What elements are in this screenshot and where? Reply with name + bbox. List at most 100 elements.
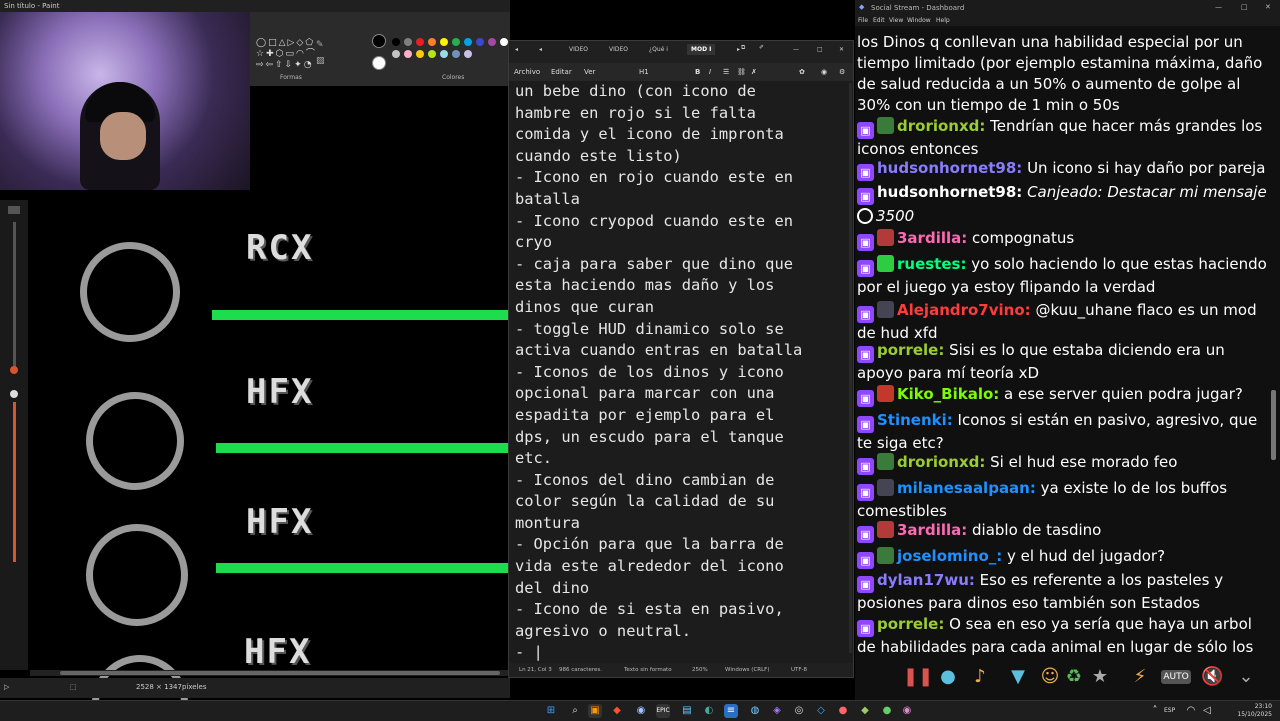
recycle-icon[interactable]: ♻	[1063, 666, 1085, 688]
wifi-icon[interactable]: ◠	[1184, 704, 1198, 718]
color-swatch[interactable]	[404, 38, 412, 46]
color1-selector[interactable]	[372, 34, 386, 48]
chat-username[interactable]: Alejandro7vino:	[897, 301, 1031, 319]
account-icon[interactable]: ◉	[821, 68, 827, 76]
color-swatch[interactable]	[440, 38, 448, 46]
app-icon-2[interactable]: ◈	[770, 704, 784, 718]
color-swatch[interactable]	[416, 38, 424, 46]
color-swatch[interactable]	[428, 50, 436, 58]
tab-mod-active[interactable]: MOD I	[687, 44, 716, 55]
star-icon[interactable]: ★	[1089, 666, 1111, 688]
chat-username[interactable]: hudsonhornet98:	[877, 183, 1022, 201]
shapes-gallery[interactable]: ◯□△▷◇⬠ ☆✚⬡▭◠⌒ ⇨⇦⇧⇩✦◔	[256, 38, 315, 71]
menu-file[interactable]: File	[858, 17, 868, 24]
search-icon[interactable]: ⌕	[568, 704, 582, 718]
menu-edit[interactable]: Edit	[873, 17, 885, 24]
chat-username[interactable]: joselomino_:	[897, 547, 1002, 565]
pan-icon[interactable]	[8, 206, 20, 214]
color-swatch[interactable]	[476, 38, 484, 46]
clear-format-icon[interactable]: ✗	[751, 68, 757, 76]
color-swatch[interactable]	[464, 50, 472, 58]
chat-username[interactable]: Stinenki:	[877, 411, 953, 429]
auto-button[interactable]: AUTO	[1161, 670, 1191, 684]
chat-username[interactable]: drorionxd:	[897, 453, 985, 471]
filter-icon[interactable]: ▼	[1007, 666, 1029, 688]
app-icon-7[interactable]: ●	[880, 704, 894, 718]
app-icon-5[interactable]: ●	[836, 704, 850, 718]
chat-bubble-icon[interactable]: ●	[937, 666, 959, 688]
tab-video-1[interactable]: VIDEO	[569, 46, 588, 53]
chat-username[interactable]: drorionxd:	[897, 117, 985, 135]
color-swatch[interactable]	[416, 50, 424, 58]
broom-icon[interactable]: ⚡	[1129, 666, 1151, 688]
window-icon[interactable]: ⧉	[741, 44, 745, 52]
italic-icon[interactable]: I	[709, 68, 711, 76]
close-icon[interactable]: ✕	[839, 46, 844, 53]
notepad-app-icon[interactable]: ≡	[724, 704, 738, 718]
vertical-slider-1[interactable]	[13, 222, 16, 372]
nav-back-icon[interactable]: ◂	[515, 46, 518, 53]
copilot-icon[interactable]: ✿	[799, 68, 805, 76]
zoom-level[interactable]: 250%	[692, 667, 708, 673]
chat-username[interactable]: porrele:	[877, 615, 944, 633]
language-indicator[interactable]: ESP	[1164, 707, 1175, 714]
chat-username[interactable]: 3ardilla:	[897, 229, 967, 247]
folder-icon[interactable]: ▤	[680, 704, 694, 718]
paint-scroll-thumb[interactable]	[60, 671, 500, 675]
lock-icon[interactable]	[10, 390, 18, 398]
tab-que[interactable]: ¿Qué i	[649, 46, 668, 53]
color-swatch[interactable]	[404, 50, 412, 58]
menu-view[interactable]: View	[889, 17, 903, 24]
bold-icon[interactable]: B	[695, 68, 700, 76]
new-tab-icon[interactable]: ▸	[737, 46, 740, 53]
menu-archivo[interactable]: Archivo	[514, 68, 540, 76]
chat-username[interactable]: 3ardilla:	[897, 521, 967, 539]
chat-scrollbar[interactable]	[1271, 390, 1276, 460]
tab-video-2[interactable]: VIDEO	[609, 46, 628, 53]
menu-editar[interactable]: Editar	[551, 68, 572, 76]
stream-close-icon[interactable]: ✕	[1265, 3, 1271, 11]
minimize-icon[interactable]: —	[793, 46, 799, 53]
steam-icon[interactable]: ◉	[634, 704, 648, 718]
color-swatch[interactable]	[452, 38, 460, 46]
color-swatch[interactable]	[488, 38, 496, 46]
app-icon-3[interactable]: ◎	[792, 704, 806, 718]
emoji-icon[interactable]: ☺	[1039, 666, 1061, 688]
app-icon-1[interactable]: ◍	[748, 704, 762, 718]
slider-1-thumb[interactable]	[10, 366, 18, 374]
app-icon-4[interactable]: ◇	[814, 704, 828, 718]
color-palette[interactable]	[392, 38, 508, 68]
chat-username[interactable]: milanesaalpaan:	[897, 479, 1036, 497]
app-icon-6[interactable]: ◆	[858, 704, 872, 718]
edge-icon[interactable]: ◐	[702, 704, 716, 718]
pin-icon[interactable]: ✐	[759, 44, 764, 51]
tray-chevron-icon[interactable]: ˄	[1148, 704, 1162, 718]
brave-icon[interactable]: ◆	[610, 704, 624, 718]
system-clock[interactable]: 23:10 15/10/2025	[1237, 703, 1272, 719]
color2-selector[interactable]	[372, 56, 386, 70]
stream-minimize-icon[interactable]: —	[1215, 3, 1222, 11]
start-icon[interactable]: ⊞	[544, 704, 558, 718]
nav-forward-icon[interactable]: ◂	[539, 46, 542, 53]
menu-help[interactable]: Help	[936, 17, 950, 24]
speaker-muted-icon[interactable]: 🔇	[1201, 666, 1223, 688]
app-icon-8[interactable]: ◉	[900, 704, 914, 718]
bell-icon[interactable]: ♪	[969, 666, 991, 688]
fill-icon[interactable]: ▨	[316, 56, 325, 66]
color-swatch[interactable]	[500, 38, 508, 46]
list-icon[interactable]: ☰	[723, 68, 729, 76]
menu-window[interactable]: Window	[907, 17, 931, 24]
chat-username[interactable]: ruestes:	[897, 255, 966, 273]
volume-icon[interactable]: ◁	[1200, 704, 1214, 718]
color-swatch[interactable]	[440, 50, 448, 58]
vertical-slider-2[interactable]	[13, 402, 16, 562]
chat-username[interactable]: hudsonhornet98:	[877, 159, 1022, 177]
link-icon[interactable]: ⛓	[737, 68, 746, 76]
notepad-scrollbar[interactable]	[849, 83, 852, 653]
menu-ver[interactable]: Ver	[584, 68, 595, 76]
heading-dropdown[interactable]: H1	[639, 68, 649, 76]
epic-icon[interactable]: EPIC	[656, 704, 670, 718]
color-swatch[interactable]	[452, 50, 460, 58]
color-swatch[interactable]	[392, 50, 400, 58]
collapse-icon[interactable]: ⌄	[1235, 666, 1257, 688]
